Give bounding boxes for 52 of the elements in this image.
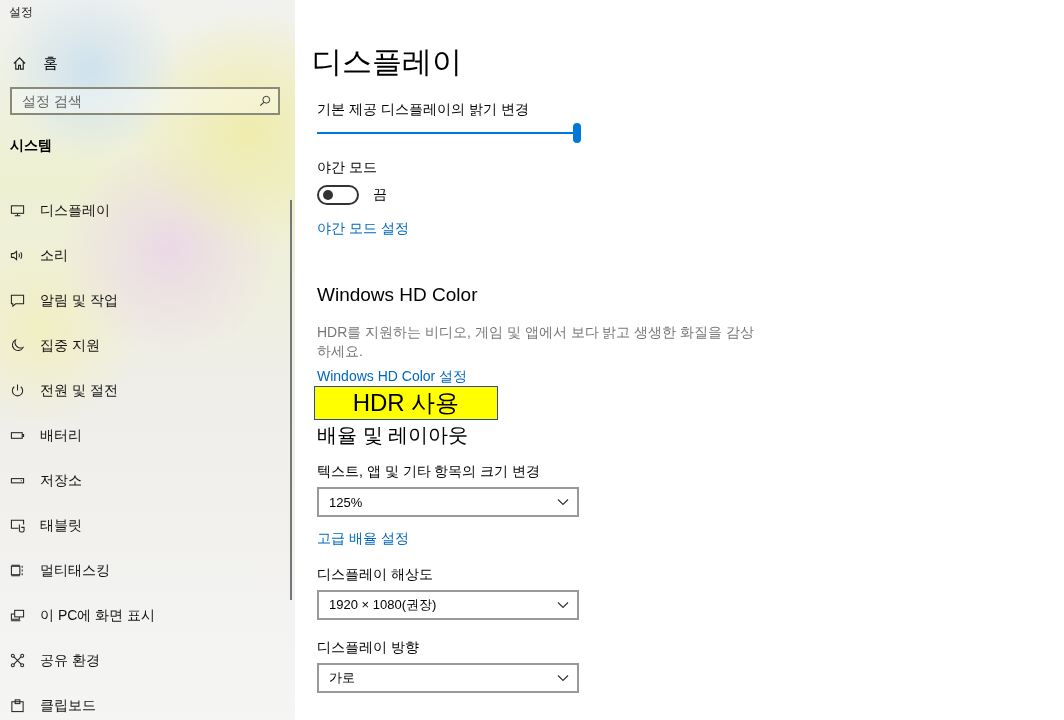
share-icon [10, 653, 25, 668]
scrollbar[interactable] [290, 200, 292, 600]
night-mode-label: 야간 모드 [317, 158, 378, 176]
sidebar-item[interactable]: 공유 환경 [0, 638, 295, 683]
chevron-down-icon [557, 674, 569, 682]
monitor-icon [10, 203, 25, 218]
speaker-icon [10, 248, 25, 263]
section-heading: 배율 및 레이아웃 [317, 423, 470, 448]
screens-icon [10, 608, 25, 623]
chevron-down-icon [557, 498, 569, 506]
message-icon [10, 293, 25, 308]
chevron-down-icon [557, 601, 569, 609]
section-heading: 시스템 [9, 136, 53, 155]
search-field[interactable]: 설정 검색 [10, 87, 280, 115]
toggle-state: 끔 [373, 186, 387, 204]
field-label: 디스플레이 방향 [317, 638, 420, 656]
advanced-scaling-link[interactable]: 고급 배율 설정 [317, 529, 409, 547]
sidebar-item[interactable]: 알림 및 작업 [0, 278, 295, 323]
hd-color-settings-link[interactable]: Windows HD Color 설정 [317, 367, 468, 385]
description-text: HDR를 지원하는 비디오, 게임 및 앱에서 보다 밝고 생생한 화질을 감상하세요. [317, 323, 756, 361]
window-title: 설정 [8, 4, 34, 21]
dropdown[interactable]: 가로 [317, 663, 579, 693]
sidebar-item[interactable]: 이 PC에 화면 표시 [0, 593, 295, 638]
search-icon [259, 95, 271, 107]
sidebar-item[interactable]: 멀티태스킹 [0, 548, 295, 593]
dropdown[interactable]: 125% [317, 487, 579, 517]
sidebar-item[interactable]: 디스플레이 [0, 188, 295, 233]
sidebar-item[interactable]: 배터리 [0, 413, 295, 458]
page-title: 디스플레이 [312, 44, 463, 80]
sidebar-item[interactable]: 집중 지원 [0, 323, 295, 368]
sidebar-item[interactable]: 태블릿 [0, 503, 295, 548]
night-mode-settings-link[interactable]: 야간 모드 설정 [317, 219, 409, 237]
dropdown[interactable]: 1920 × 1080(권장) [317, 590, 579, 620]
power-icon [10, 383, 25, 398]
clipboard-icon [10, 698, 25, 713]
home-icon [12, 55, 27, 71]
sidebar-item[interactable]: 전원 및 절전 [0, 368, 295, 413]
brightness-slider[interactable] [317, 123, 581, 143]
tablet-icon [10, 518, 25, 533]
multitask-icon [10, 563, 25, 578]
brightness-label: 기본 제공 디스플레이의 밝기 변경 [317, 100, 530, 118]
sidebar-item[interactable]: 클립보드 [0, 683, 295, 720]
field-label: 디스플레이 해상도 [317, 565, 434, 583]
sidebar-item[interactable]: 저장소 [0, 458, 295, 503]
toggle-switch[interactable] [317, 185, 359, 205]
home-link[interactable]: 홈 [0, 48, 295, 78]
field-label: 텍스트, 앱 및 기타 항목의 크기 변경 [317, 462, 542, 480]
slider-thumb[interactable] [573, 123, 581, 143]
sidebar-item[interactable]: 소리 [0, 233, 295, 278]
callout-label: HDR 사용 [314, 386, 498, 420]
section-heading: Windows HD Color [317, 283, 479, 307]
moon-icon [10, 338, 25, 353]
